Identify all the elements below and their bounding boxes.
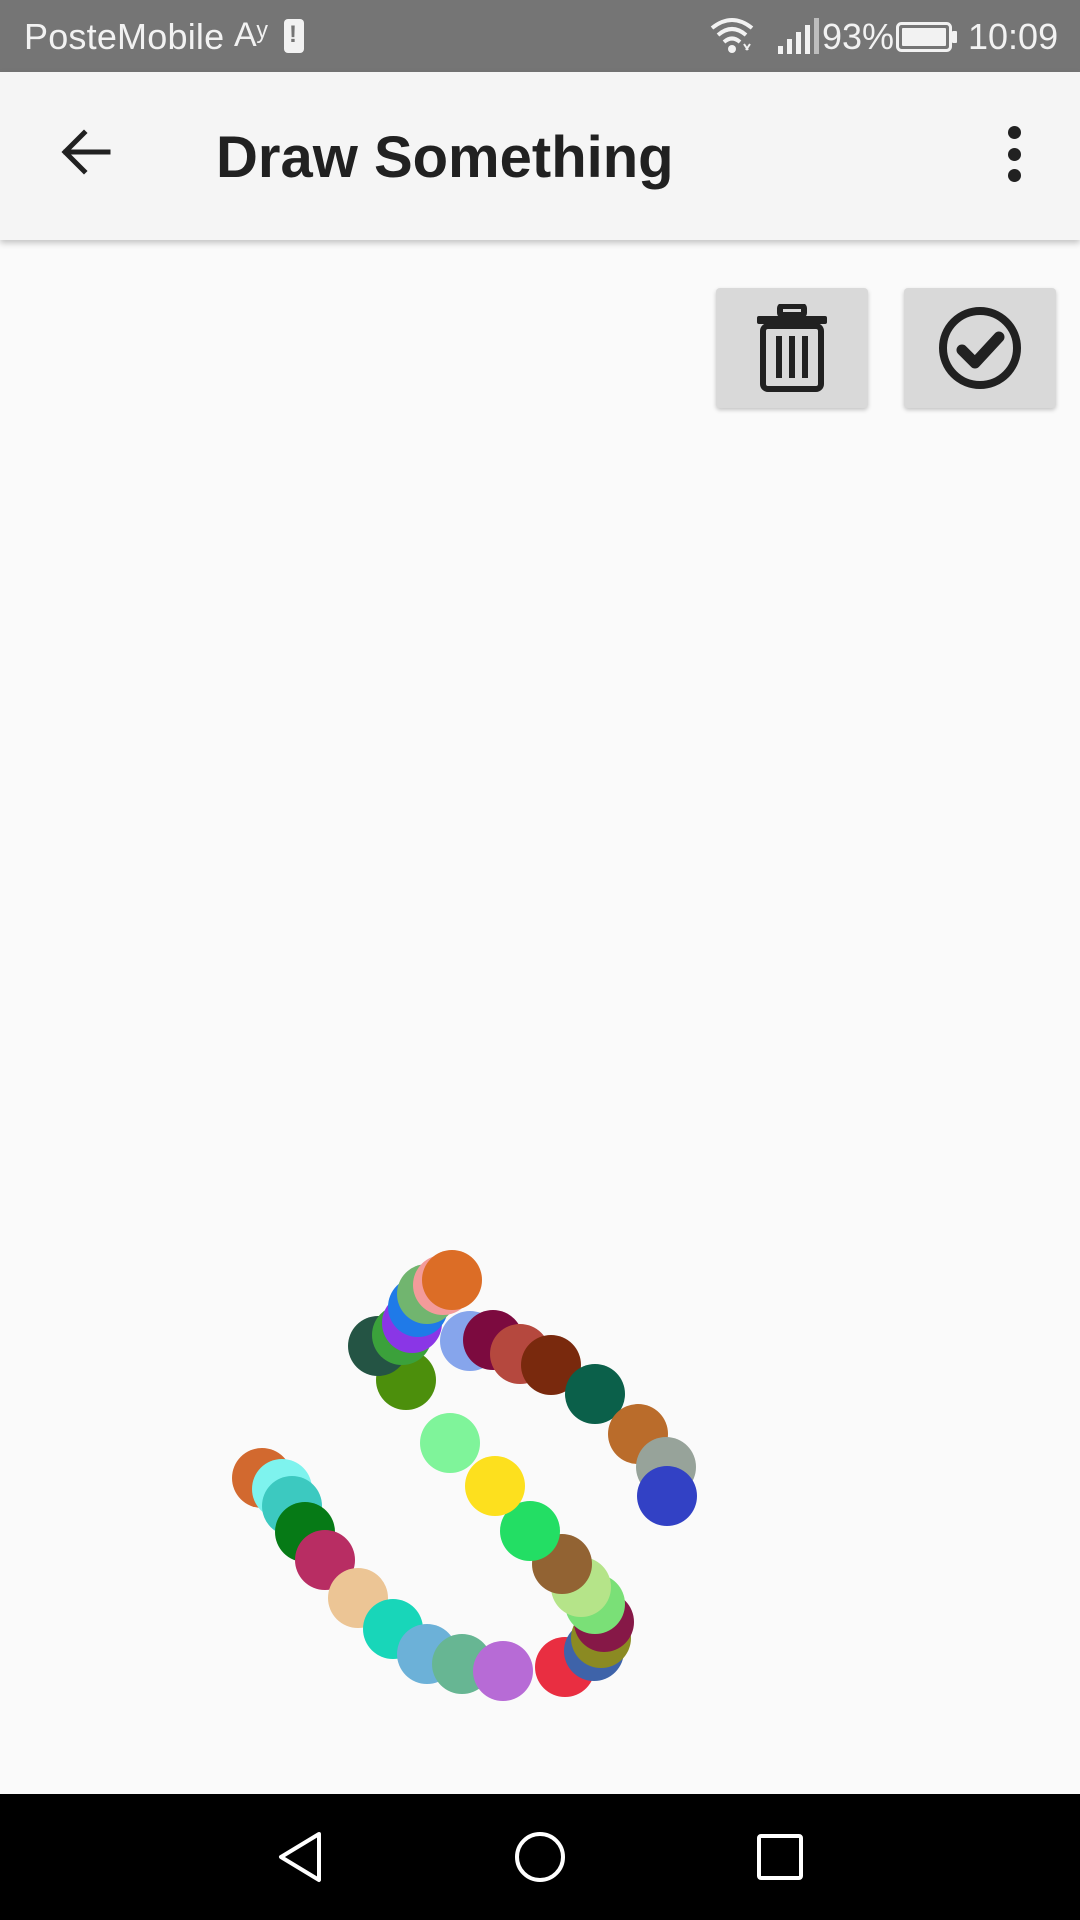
signal-icon [778,18,819,54]
screen: PosteMobile Aʸ 93% 10:09 [0,0,1080,1920]
delete-button[interactable] [716,288,868,408]
stroke-dot [422,1250,482,1310]
more-vert-icon-dot-middle [1007,147,1021,161]
confirm-button[interactable] [904,288,1056,408]
arrow-left-icon [61,129,111,175]
nav-home-icon [515,1832,565,1882]
status-bar: PosteMobile Aʸ 93% 10:09 [0,0,1080,72]
stroke-dot [473,1641,533,1701]
nav-home-button[interactable] [500,1822,580,1892]
nav-back-button[interactable] [260,1822,340,1892]
nav-back-icon [279,1832,321,1882]
clock: 10:09 [968,16,1059,57]
more-options-button[interactable] [990,120,1038,188]
page-title: Draw Something [216,125,674,190]
carrier-network-icon: Aʸ [234,16,268,54]
carrier-name: PosteMobile [24,16,225,57]
battery-percent: 93% [822,16,895,57]
more-vert-icon-dot-bottom [1007,169,1021,182]
stroke-dot [465,1456,525,1516]
system-nav-bar [0,1794,1080,1920]
check-circle-icon [939,307,1021,389]
battery-alert-icon [284,19,304,53]
nav-recents-icon [757,1834,803,1880]
app-bar: Draw Something [0,72,1080,240]
battery-icon [896,22,957,52]
wifi-icon [710,18,754,53]
back-button[interactable] [44,110,128,194]
trash-icon [757,304,827,392]
drawing-canvas[interactable] [0,240,1080,1794]
stroke-dot [420,1413,480,1473]
more-vert-icon-dot-top [1007,126,1021,139]
stroke-dot [637,1466,697,1526]
nav-recents-button[interactable] [740,1822,820,1892]
